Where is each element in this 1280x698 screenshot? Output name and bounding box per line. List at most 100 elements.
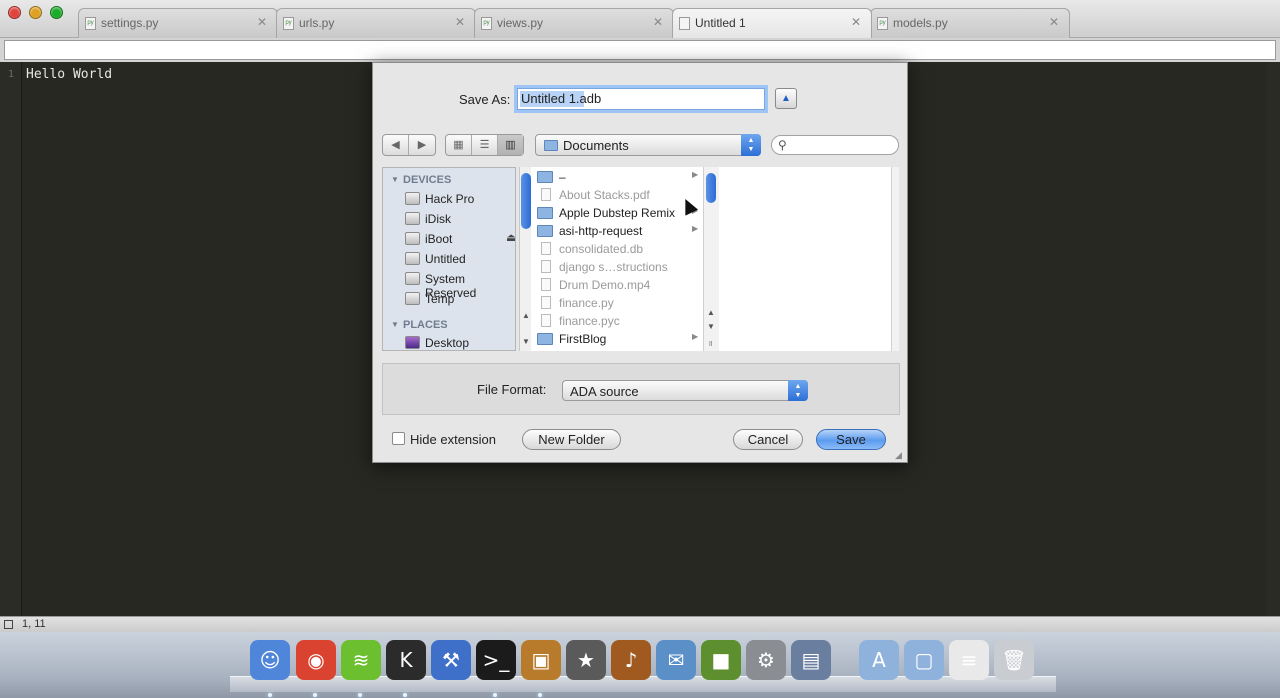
sidebar-item[interactable]: Untitled: [383, 250, 515, 268]
folder-icon: [537, 225, 553, 237]
close-tab-icon[interactable]: ✕: [1049, 15, 1059, 29]
panel-toggle-icon[interactable]: [4, 620, 13, 629]
sidebar-item[interactable]: iDisk: [383, 210, 515, 228]
tab-4[interactable]: py models.py ✕: [870, 8, 1070, 38]
running-indicator: [358, 693, 362, 697]
new-folder-button[interactable]: New Folder: [522, 429, 621, 450]
sidebar-item[interactable]: Hack Pro: [383, 190, 515, 208]
file-row[interactable]: consolidated.db: [531, 240, 703, 258]
mail-icon[interactable]: ✉: [656, 640, 696, 680]
applications-folder-icon[interactable]: A: [859, 640, 899, 680]
document-icon: [541, 296, 551, 309]
scroll-thumb[interactable]: [521, 173, 531, 229]
trash-icon[interactable]: 🗑: [994, 640, 1034, 680]
icon-view-button[interactable]: ▦: [446, 135, 472, 155]
title-bar: py settings.py ✕ py urls.py ✕ py views.py ✕ Untit…: [0, 0, 1280, 38]
sidebar-item[interactable]: System Reserved: [383, 270, 515, 300]
py-file-icon: py: [283, 17, 294, 30]
sidebar-header-label: PLACES: [403, 319, 448, 331]
chrome-icon[interactable]: ◉: [296, 640, 336, 680]
file-row[interactable]: finance.py: [531, 294, 703, 312]
drive-icon: [405, 292, 420, 305]
documents-folder-icon[interactable]: ▢: [904, 640, 944, 680]
save-as-label: Save As:: [459, 92, 511, 107]
imovie-icon[interactable]: ★: [566, 640, 606, 680]
scroll-thumb[interactable]: [706, 173, 716, 203]
file-row[interactable]: FirstBlog ▶: [531, 330, 703, 348]
k-app-icon[interactable]: K: [386, 640, 426, 680]
spotify-icon[interactable]: ≋: [341, 640, 381, 680]
forward-button[interactable]: ▶: [409, 135, 435, 155]
sidebar-item-label: iBoot: [425, 232, 453, 246]
scroll-down-icon[interactable]: ▼: [707, 322, 715, 331]
tab-1[interactable]: py urls.py ✕: [276, 8, 476, 38]
scroll-up-icon[interactable]: ▲: [522, 311, 530, 320]
file-name: Drum Demo.mp4: [559, 278, 651, 292]
html-document-icon[interactable]: ≡: [949, 640, 989, 680]
close-tab-icon[interactable]: ✕: [455, 15, 465, 29]
running-indicator: [403, 693, 407, 697]
zoom-window-button[interactable]: [50, 6, 63, 19]
system-preferences-icon[interactable]: ⚙: [746, 640, 786, 680]
cancel-button[interactable]: Cancel: [733, 429, 803, 450]
garageband-icon[interactable]: ♪: [611, 640, 651, 680]
file-row[interactable]: Apple Dubstep Remix ▶: [531, 204, 703, 222]
sidebar-section-places[interactable]: ▼ PLACES: [391, 319, 448, 331]
file-name: –: [559, 170, 566, 184]
tab-3[interactable]: Untitled 1 ✕: [672, 8, 872, 38]
scroll-up-icon[interactable]: ▲: [707, 308, 715, 317]
minecraft-icon[interactable]: ■: [701, 640, 741, 680]
location-popup[interactable]: Documents ▲ ▼: [535, 134, 761, 156]
file-name: FirstBlog: [559, 332, 607, 346]
command-input[interactable]: [4, 40, 1276, 60]
tab-0[interactable]: py settings.py ✕: [78, 8, 278, 38]
sidebar-section-devices[interactable]: ▼ DEVICES: [391, 174, 451, 186]
save-button[interactable]: Save: [816, 429, 886, 450]
file-row[interactable]: finance.pyc: [531, 312, 703, 330]
file-format-popup[interactable]: ADA source ▲ ▼: [562, 380, 808, 401]
editor-scrollbar[interactable]: [1266, 62, 1280, 616]
back-button[interactable]: ◀: [383, 135, 409, 155]
sidebar-item[interactable]: iBoot ⏏: [383, 230, 515, 248]
hide-extension-label[interactable]: Hide extension: [410, 432, 496, 447]
file-row[interactable]: About Stacks.pdf: [531, 186, 703, 204]
save-as-field[interactable]: Untitled 1.adb: [517, 88, 765, 110]
column-view-button[interactable]: ▥: [498, 135, 523, 155]
sidebar-item[interactable]: Desktop: [383, 334, 515, 350]
hide-extension-checkbox[interactable]: [392, 432, 405, 445]
folder-icon: [537, 171, 553, 183]
eject-icon[interactable]: ⏏: [506, 231, 515, 244]
file-row[interactable]: asi-http-request ▶: [531, 222, 703, 240]
close-tab-icon[interactable]: ✕: [257, 15, 267, 29]
sidebar-scrollbar[interactable]: ▲ ▼: [519, 167, 531, 351]
tab-bar: py settings.py ✕ py urls.py ✕ py views.py ✕ Untit…: [78, 8, 1070, 38]
file-name: consolidated.db: [559, 242, 644, 256]
column-resize-icon[interactable]: ॥: [708, 338, 713, 349]
sidebar-item[interactable]: Temp: [383, 290, 515, 308]
column-scrollbar[interactable]: ▲ ▼ ॥: [703, 167, 719, 351]
collapse-dialog-button[interactable]: ▲: [775, 88, 797, 109]
file-row[interactable]: django s…structions: [531, 258, 703, 276]
minimize-window-button[interactable]: [29, 6, 42, 19]
resize-grip-icon[interactable]: ◢: [895, 450, 905, 460]
scroll-down-icon[interactable]: ▼: [522, 337, 530, 346]
folder-icon: [544, 140, 558, 151]
terminal-icon[interactable]: >_: [476, 640, 516, 680]
tab-2[interactable]: py views.py ✕: [474, 8, 674, 38]
search-input[interactable]: ⚲: [771, 135, 899, 155]
code-line[interactable]: Hello World: [26, 67, 112, 82]
list-view-button[interactable]: ☰: [472, 135, 498, 155]
finder-icon[interactable]: ☺: [250, 640, 290, 680]
xcode-icon[interactable]: ⚒: [431, 640, 471, 680]
image-capture-icon[interactable]: ▣: [521, 640, 561, 680]
file-format-label: File Format:: [477, 382, 547, 397]
document-icon: [541, 314, 551, 327]
preview-icon[interactable]: ▤: [791, 640, 831, 680]
folder-icon: [537, 207, 553, 219]
close-tab-icon[interactable]: ✕: [653, 15, 663, 29]
file-row[interactable]: Drum Demo.mp4: [531, 276, 703, 294]
file-name: django s…structions: [559, 260, 668, 274]
file-row[interactable]: – ▶: [531, 168, 703, 186]
close-tab-icon[interactable]: ✕: [851, 15, 861, 29]
close-window-button[interactable]: [8, 6, 21, 19]
